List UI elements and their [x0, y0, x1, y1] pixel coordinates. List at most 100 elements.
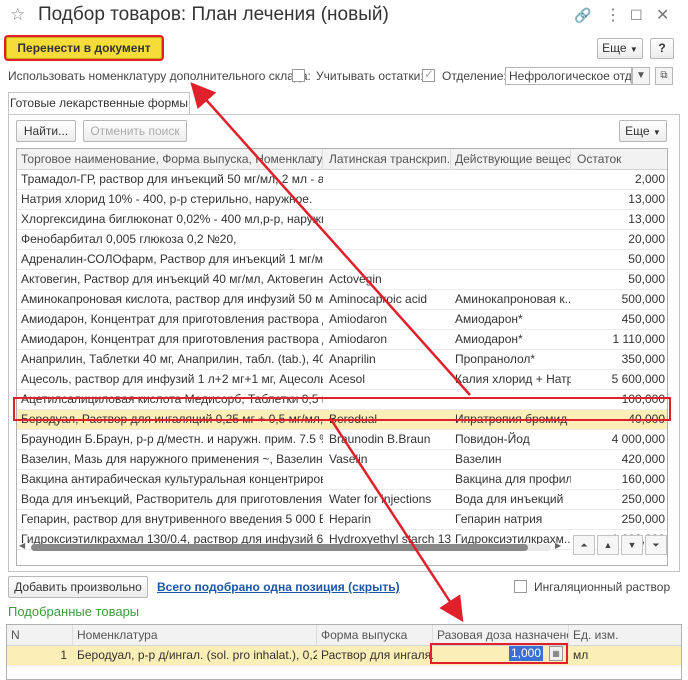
find-button[interactable]: Найти...	[16, 120, 76, 142]
inhalation-label: Ингаляционный раствор	[534, 580, 671, 594]
tab-ready-forms[interactable]: Готовые лекарственные формы	[8, 92, 190, 114]
column-header-nomenclature[interactable]: Номенклатура	[73, 625, 317, 646]
table-row[interactable]: Гепарин, раствор для внутривенного введе…	[17, 510, 667, 530]
table-row[interactable]: Вазелин, Мазь для наружного применения ~…	[17, 450, 667, 470]
cell-latin: Heparin	[329, 512, 372, 526]
column-header-active[interactable]: Действующие вещес...	[451, 149, 571, 170]
window-title: Подбор товаров: План лечения (новый)	[38, 4, 389, 25]
search-more-button[interactable]: Еще ▼	[619, 120, 667, 142]
help-button[interactable]: ?	[650, 38, 674, 59]
table-row[interactable]: Ацесоль, раствор для инфузий 1 л+2 мг+1 …	[17, 370, 667, 390]
cell-latin: Amiodaron	[329, 312, 388, 326]
cell-active: Амиодарон*	[455, 312, 523, 326]
open-department-icon[interactable]: ⧉	[655, 67, 673, 85]
link-icon[interactable]: 🔗	[574, 7, 591, 24]
maximize-icon[interactable]: ☐	[630, 7, 643, 24]
cell-stock: 250,000	[621, 492, 665, 506]
cell-name: Анаприлин, Таблетки 40 мг, Анаприлин, та…	[21, 352, 323, 366]
column-header-latin[interactable]: Латинская транскрип...	[325, 149, 451, 170]
column-header-stock[interactable]: Остаток	[573, 149, 667, 170]
column-header-dose[interactable]: Разовая доза назначено	[433, 625, 569, 646]
cell-name: Актовегин, Раствор для инъекций 40 мг/мл…	[21, 272, 323, 286]
table-row[interactable]: Ацетилсалициловая кислота Медисорб, Табл…	[17, 390, 667, 410]
cell-active: Повидон-Йод	[455, 432, 530, 446]
table-row[interactable]: Фенобарбитал 0,005 глюкоза 0,2 №20, 20,00…	[17, 230, 667, 250]
department-label: Отделение:	[442, 69, 507, 83]
cell-active: Калия хлорид + Натр...	[455, 372, 571, 386]
column-header-form[interactable]: Форма выпуска	[317, 625, 433, 646]
cell-latin	[325, 230, 451, 250]
table-row[interactable]: Анаприлин, Таблетки 40 мг, Анаприлин, та…	[17, 350, 667, 370]
department-select[interactable]: Нефрологическое отдел	[505, 67, 632, 85]
prev-row-icon[interactable]: ▲	[597, 535, 619, 555]
column-header-n[interactable]: N	[7, 625, 73, 646]
cell-stock: 4 000,000	[611, 432, 665, 446]
cell-name: Амиодарон, Концентрат для приготовления …	[21, 312, 323, 326]
inhalation-checkbox[interactable]	[514, 580, 527, 593]
cell-latin: Vaselin	[329, 452, 368, 466]
close-icon[interactable]: ✕	[656, 5, 669, 25]
table-row[interactable]: Вода для инъекций, Растворитель для приг…	[17, 490, 667, 510]
cell-stock: 350,000	[621, 352, 665, 366]
cell-active: Вакцина для профил...	[455, 472, 571, 486]
next-row-icon[interactable]: ▼	[621, 535, 643, 555]
cell-active: Пропранолол*	[455, 352, 536, 366]
first-row-icon[interactable]: ⏶	[573, 535, 595, 555]
last-row-icon[interactable]: ⏷	[645, 535, 667, 555]
table-row[interactable]: Амиодарон, Концентрат для приготовления …	[17, 310, 667, 330]
table-row[interactable]: Браунодин Б.Браун, р-р д/местн. и наружн…	[17, 430, 667, 450]
use-warehouse-checkbox[interactable]	[292, 69, 305, 82]
cell-name: Беродуал, Раствор для ингаляций 0,25 мг …	[21, 412, 323, 426]
horizontal-scrollbar[interactable]: ◀ ▶	[17, 541, 565, 553]
cell-stock: 1 110,000	[612, 332, 666, 346]
transfer-to-document-button[interactable]: Перенести в документ	[6, 37, 162, 59]
cell-stock: 40,000	[628, 412, 665, 426]
cell-active	[451, 270, 571, 290]
cell-active: Аминокапроновая к...	[455, 292, 571, 306]
table-row[interactable]: Хлоргексидина биглюконат 0,02% - 400 мл,…	[17, 210, 667, 230]
cell-stock: 13,000	[628, 192, 665, 206]
table-row[interactable]: Адреналин-СОЛОфарм, Раствор для инъекций…	[17, 250, 667, 270]
cell-name: Аминокапроновая кислота, раствор для инф…	[21, 292, 323, 306]
selected-products-title: Подобранные товары	[8, 604, 140, 619]
more-icon[interactable]: ⋮	[605, 5, 621, 25]
table-row[interactable]: Вакцина антирабическая культуральная кон…	[17, 470, 667, 490]
cell-stock: 13,000	[628, 212, 665, 226]
scroll-left-icon[interactable]: ◀	[19, 541, 25, 550]
table-row[interactable]: Беродуал, Раствор для ингаляций 0,25 мг …	[17, 410, 667, 430]
cell-name: Адреналин-СОЛОфарм, Раствор для инъекций…	[21, 252, 323, 266]
summary-link[interactable]: Всего подобрано одна позиция (скрыть)	[157, 580, 400, 594]
cell-stock: 450,000	[621, 312, 665, 326]
cell-latin: Amiodaron	[329, 332, 388, 346]
sort-down-icon: ↓	[309, 152, 315, 166]
add-arbitrary-button[interactable]: Добавить произвольно	[8, 576, 148, 598]
cell-name: Хлоргексидина биглюконат 0,02% - 400 мл,…	[21, 212, 323, 226]
cell-stock: 5 600,000	[611, 372, 665, 386]
consider-stock-checkbox[interactable]	[422, 67, 435, 82]
title-bar: ☆ Подбор товаров: План лечения (новый) 🔗…	[0, 0, 688, 32]
star-icon[interactable]: ☆	[10, 5, 25, 25]
table-row[interactable]: Амиодарон, Концентрат для приготовления …	[17, 330, 667, 350]
cell-stock: 250,000	[621, 512, 665, 526]
cell-latin: Acesol	[329, 372, 366, 386]
selected-row[interactable]: 1 Беродуал, р-р д/ингал. (sol. pro inhal…	[7, 646, 681, 666]
cell-active	[451, 230, 571, 250]
table-row[interactable]: Натрия хлорид 10% - 400, р-р стерильно, …	[17, 190, 667, 210]
cell-latin	[325, 470, 451, 490]
table-row[interactable]: Актовегин, Раствор для инъекций 40 мг/мл…	[17, 270, 667, 290]
scroll-thumb[interactable]	[31, 544, 528, 551]
column-header-unit[interactable]: Ед. изм.	[569, 625, 681, 646]
cell-latin: Berodual	[329, 412, 378, 426]
dropdown-arrow-icon: ▼	[629, 45, 638, 54]
department-dropdown-icon[interactable]: ▼	[632, 67, 650, 85]
table-row[interactable]: Аминокапроновая кислота, раствор для инф…	[17, 290, 667, 310]
cancel-search-button[interactable]: Отменить поиск	[83, 120, 187, 142]
column-header-name[interactable]: Торговое наименование, Форма выпуска, Но…	[17, 149, 323, 170]
more-menu-button[interactable]: Еще ▼	[597, 38, 643, 59]
cell-name: Фенобарбитал 0,005 глюкоза 0,2 №20,	[21, 232, 237, 246]
scroll-right-icon[interactable]: ▶	[555, 541, 561, 550]
cell-name: Вакцина антирабическая культуральная кон…	[21, 472, 323, 486]
search-more-label: Еще	[625, 124, 650, 138]
table-row[interactable]: Трамадол-ГР, раствор для инъекций 50 мг/…	[17, 170, 667, 190]
selected-row-unit: мл	[573, 648, 589, 662]
